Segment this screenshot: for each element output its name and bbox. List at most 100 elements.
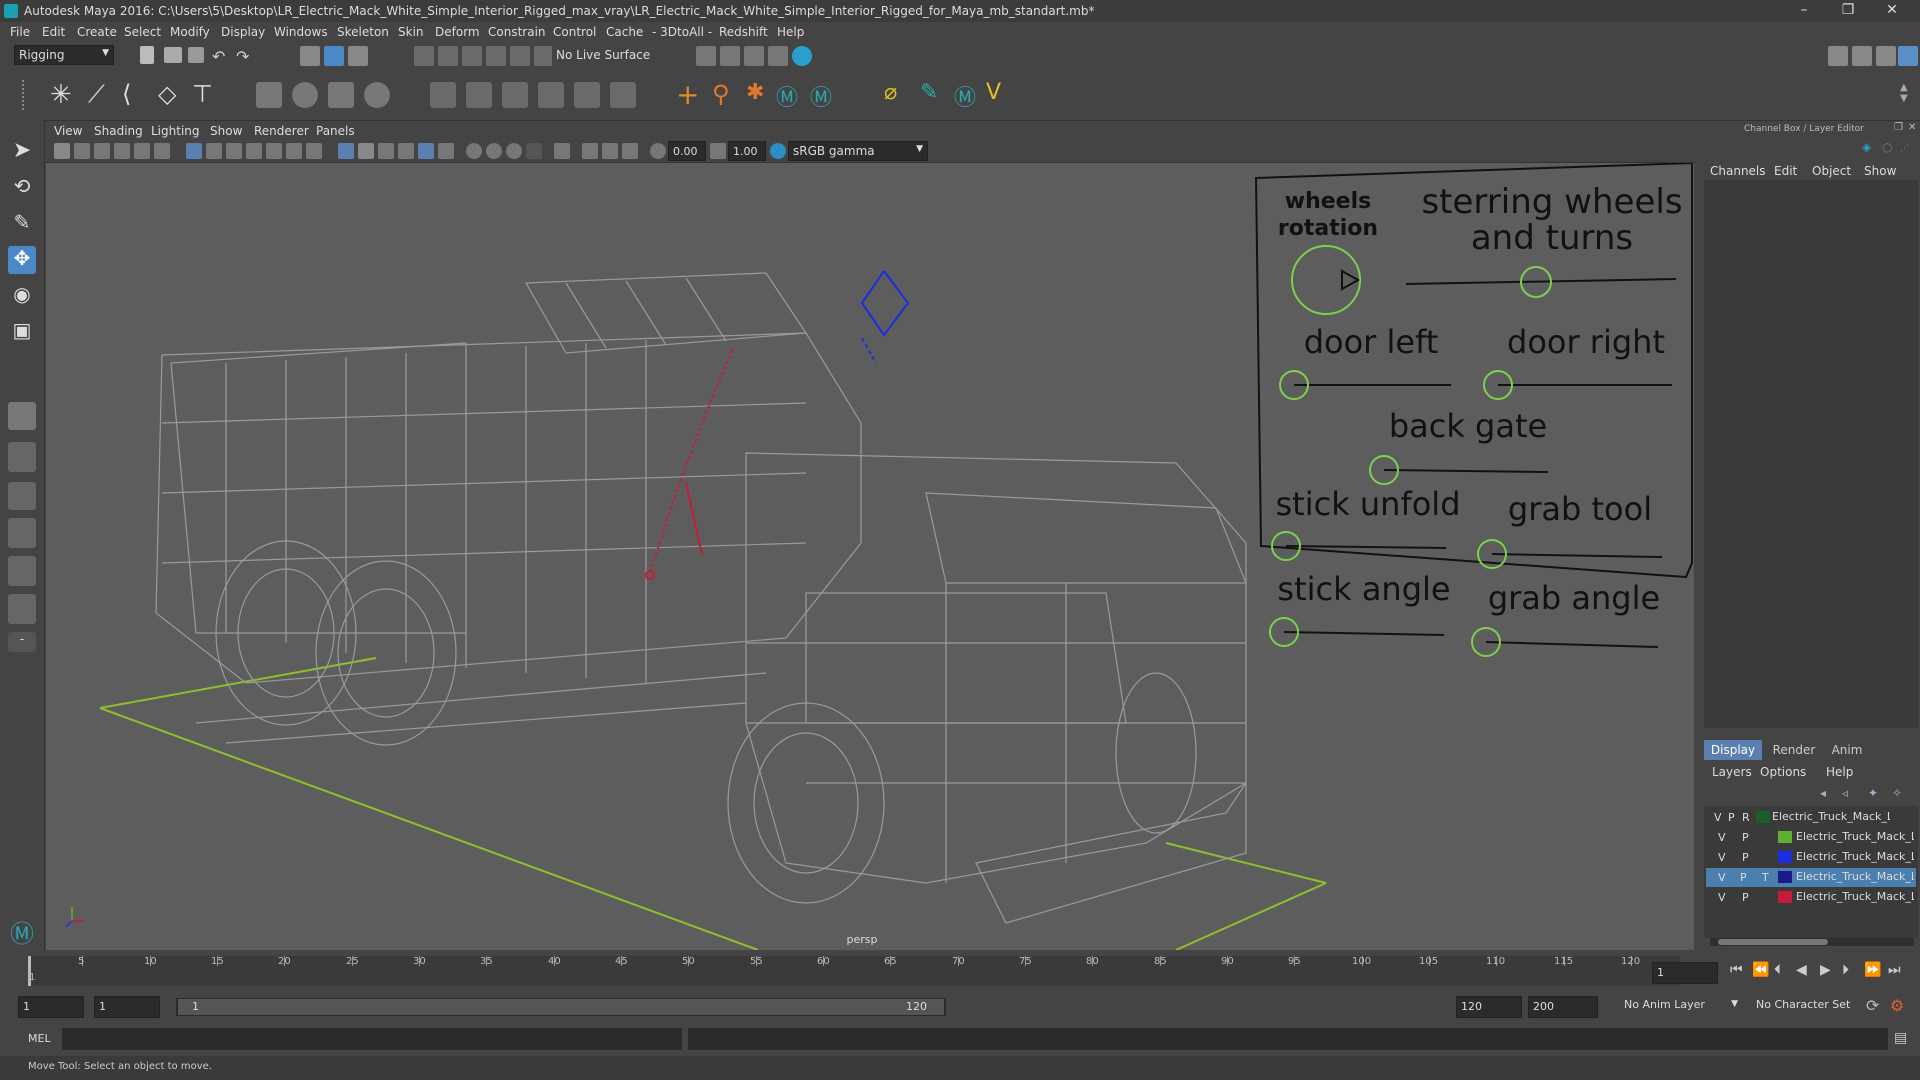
grid-icon[interactable]: [186, 143, 202, 159]
playback-start-field[interactable]: 1: [94, 996, 160, 1018]
layer-playback[interactable]: P: [1742, 891, 1749, 904]
shelf-tabs-handle[interactable]: [22, 80, 34, 110]
point-constraint-icon[interactable]: [466, 82, 492, 108]
mudbox-icon-c[interactable]: Ⓜ: [954, 80, 976, 112]
textured-icon[interactable]: [418, 143, 434, 159]
layer-name[interactable]: Electric_Truck_Mack_LR: [1796, 870, 1914, 883]
channel-box-area[interactable]: [1704, 180, 1918, 728]
layer-playback[interactable]: P: [1740, 871, 1747, 884]
redo-icon[interactable]: ↷: [236, 47, 249, 66]
menu-select[interactable]: Select: [124, 25, 161, 39]
layer-visibility[interactable]: V: [1718, 871, 1726, 884]
cb-menu-show[interactable]: Show: [1864, 164, 1896, 178]
menu-cache[interactable]: Cache: [606, 25, 643, 39]
paint-fx-icon[interactable]: ✎: [920, 80, 938, 105]
layer-name[interactable]: Electric_Truck_Mack_LR: [1796, 830, 1914, 843]
step-back-frame-icon[interactable]: ⏴: [1774, 962, 1781, 978]
attribute-editor-icon[interactable]: [1852, 46, 1872, 66]
step-forward-frame-icon[interactable]: ⏵: [1842, 962, 1849, 978]
play-backward-icon[interactable]: ◀: [1796, 962, 1807, 978]
layer-menu-help[interactable]: Help: [1826, 765, 1853, 779]
shadows-icon[interactable]: [466, 143, 482, 159]
close-panel-icon[interactable]: ✕: [1908, 122, 1916, 133]
color-space-dropdown[interactable]: sRGB gamma ▼: [788, 141, 928, 161]
modeling-toolkit-icon[interactable]: [1828, 46, 1848, 66]
select-tool-icon[interactable]: ➤: [8, 138, 36, 166]
hypershade-icon[interactable]: [792, 46, 812, 66]
layer-color-swatch[interactable]: [1778, 871, 1792, 883]
animation-end-field[interactable]: 200: [1528, 996, 1598, 1018]
humanik-icon[interactable]: ⚲: [712, 80, 730, 108]
parent-constraint-icon[interactable]: [430, 82, 456, 108]
float-panel-icon[interactable]: ❐: [1894, 122, 1903, 133]
screen-space-ao-icon[interactable]: [486, 143, 502, 159]
layer-color-swatch[interactable]: [1778, 851, 1792, 863]
orient-constraint-icon[interactable]: [502, 82, 528, 108]
move-tool-icon[interactable]: ✥: [8, 246, 36, 274]
mudbox-icon-b[interactable]: Ⓜ: [810, 80, 832, 112]
goto-start-icon[interactable]: ⏮: [1730, 962, 1743, 978]
step-forward-key-icon[interactable]: ⏩: [1864, 962, 1881, 978]
vp-menu-panels[interactable]: Panels: [316, 124, 355, 138]
minimize-button[interactable]: –: [1784, 2, 1824, 18]
xray-joints-icon[interactable]: [602, 143, 618, 159]
exposure-icon[interactable]: [650, 143, 666, 159]
cb-menu-object[interactable]: Object: [1812, 164, 1851, 178]
menu-control[interactable]: Control: [553, 25, 596, 39]
animation-start-field[interactable]: 1: [18, 996, 84, 1018]
more-layouts-icon[interactable]: -: [8, 632, 36, 652]
layer-playback[interactable]: P: [1742, 831, 1749, 844]
two-d-pan-icon[interactable]: [134, 143, 150, 159]
ipr-render-icon[interactable]: [744, 46, 764, 66]
vp-menu-view[interactable]: View: [54, 124, 82, 138]
layer-row[interactable]: V P Electric_Truck_Mack_LR: [1706, 888, 1916, 907]
step-back-key-icon[interactable]: ⏪: [1752, 962, 1769, 978]
layer-visibility[interactable]: V: [1718, 831, 1726, 844]
layer-playback[interactable]: P: [1742, 851, 1749, 864]
ik-handle-icon[interactable]: ⟋: [88, 80, 105, 108]
live-surface-field[interactable]: No Live Surface: [552, 46, 656, 66]
select-object-icon[interactable]: [324, 46, 344, 66]
use-all-lights-icon[interactable]: [438, 143, 454, 159]
layer-editor-toggle-icon[interactable]: ○: [1882, 140, 1892, 154]
layer-tab-display[interactable]: Display: [1704, 740, 1762, 760]
safe-action-icon[interactable]: [286, 143, 302, 159]
layer-visibility[interactable]: V: [1714, 811, 1722, 824]
lasso-tool-icon[interactable]: ⟲: [8, 174, 36, 202]
menu-file[interactable]: File: [10, 25, 30, 39]
mudbox-icon-a[interactable]: Ⓜ: [776, 80, 798, 112]
image-plane-icon[interactable]: [114, 143, 130, 159]
single-view-icon[interactable]: [8, 402, 36, 430]
tool-settings-icon[interactable]: [1876, 46, 1896, 66]
hair-brush-icon[interactable]: ⌀: [884, 80, 897, 105]
layer-tab-anim[interactable]: Anim: [1822, 740, 1872, 760]
menu-display[interactable]: Display: [221, 25, 265, 39]
bind-skin-icon[interactable]: [256, 82, 282, 108]
close-button[interactable]: ✕: [1872, 2, 1912, 18]
playback-end-field[interactable]: 120: [1456, 996, 1522, 1018]
wireframe-on-shaded-icon[interactable]: [398, 143, 414, 159]
viewport-persp[interactable]: wheels rotation sterring wheels and turn…: [46, 163, 1694, 950]
select-component-icon[interactable]: [348, 46, 368, 66]
two-view-icon[interactable]: [8, 482, 36, 510]
layer-color-swatch[interactable]: [1778, 831, 1792, 843]
menu-skin[interactable]: Skin: [398, 25, 424, 39]
menu-modify[interactable]: Modify: [170, 25, 210, 39]
scale-tool-icon[interactable]: ▣: [8, 318, 36, 346]
menu-skeleton[interactable]: Skeleton: [337, 25, 389, 39]
paint-weights-icon[interactable]: [292, 82, 318, 108]
new-scene-icon[interactable]: [140, 46, 154, 64]
range-track[interactable]: 1 120: [176, 998, 946, 1016]
move-layer-down-icon[interactable]: ◃: [1842, 786, 1848, 800]
snap-curve-icon[interactable]: [438, 46, 458, 66]
bookmark-icon[interactable]: [94, 143, 110, 159]
scale-constraint-icon[interactable]: [538, 82, 564, 108]
layer-display-type[interactable]: T: [1762, 871, 1769, 884]
anim-prefs-icon[interactable]: ⚙: [1890, 996, 1904, 1015]
layer-visibility[interactable]: V: [1718, 891, 1726, 904]
layer-scrollbar[interactable]: [1710, 938, 1914, 946]
layer-row[interactable]: V P Electric_Truck_Mack_LR: [1706, 828, 1916, 847]
character-set-dropdown[interactable]: No Character Set: [1756, 998, 1864, 1018]
render-frame-icon[interactable]: [720, 46, 740, 66]
vp-menu-shading[interactable]: Shading: [94, 124, 143, 138]
